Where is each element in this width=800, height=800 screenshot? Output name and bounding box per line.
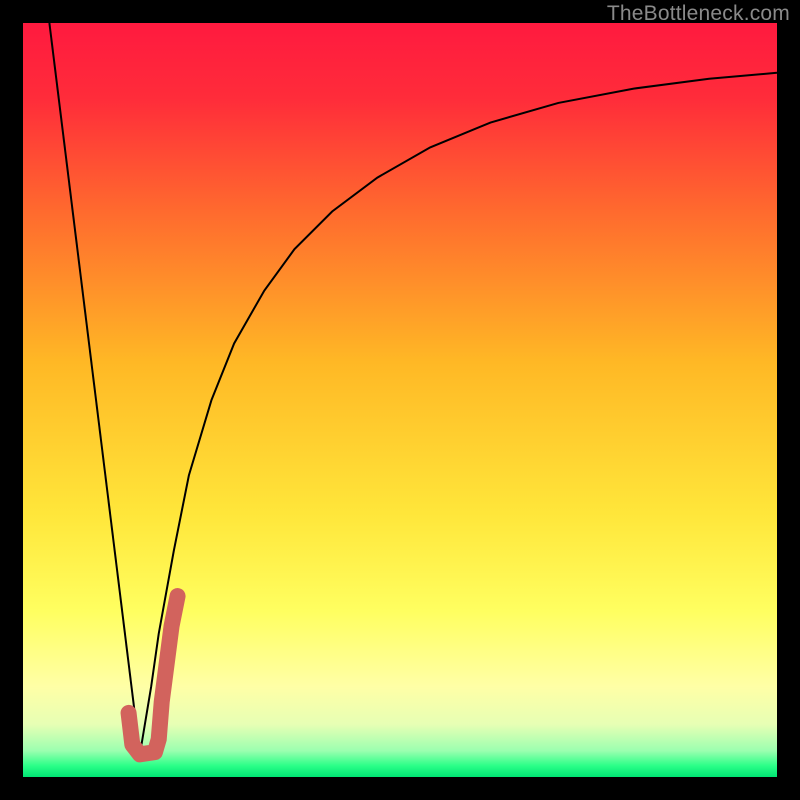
plot-area <box>23 23 777 777</box>
chart-frame: TheBottleneck.com <box>0 0 800 800</box>
gradient-background <box>23 23 777 777</box>
chart-svg <box>23 23 777 777</box>
